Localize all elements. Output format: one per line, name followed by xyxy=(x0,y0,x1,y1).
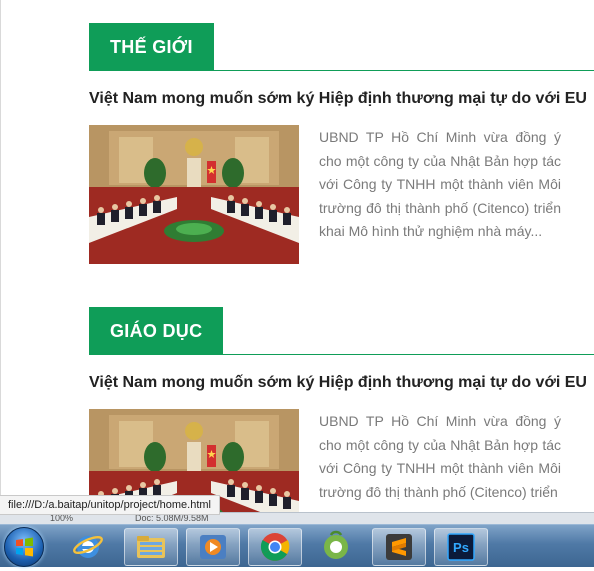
internet-explorer-icon[interactable] xyxy=(62,528,114,564)
section-tab-giao-duc[interactable]: GIÁO DỤC xyxy=(89,307,224,355)
media-player-icon[interactable] xyxy=(186,528,240,566)
section-header: GIÁO DỤC xyxy=(89,307,594,355)
chrome-icon[interactable] xyxy=(248,528,302,566)
section-header: THẾ GIỚI xyxy=(89,23,594,71)
photoshop-label: Ps xyxy=(453,540,469,555)
sublime-text-icon[interactable] xyxy=(372,528,426,566)
article-headline[interactable]: Việt Nam mong muốn sớm ký Hiệp định thươ… xyxy=(89,88,594,110)
windows-taskbar: Ps xyxy=(0,524,594,567)
windows-start-icon[interactable] xyxy=(4,527,44,567)
file-explorer-icon[interactable] xyxy=(124,528,178,566)
article-summary: UBND TP Hồ Chí Minh vừa đồng ý cho một c… xyxy=(319,129,561,240)
news-section-the-gioi: THẾ GIỚI Việt Nam mong muốn sớm ký Hiệp … xyxy=(89,23,594,264)
section-underline xyxy=(89,70,594,71)
photoshop-icon[interactable]: Ps xyxy=(434,528,488,566)
windows-logo-icon xyxy=(16,537,33,557)
page-left-border xyxy=(0,0,1,520)
coc-coc-browser-icon[interactable] xyxy=(310,528,362,564)
article-thumbnail-meeting-room[interactable] xyxy=(89,125,299,264)
section-underline xyxy=(89,354,594,355)
article-headline[interactable]: Việt Nam mong muốn sớm ký Hiệp định thươ… xyxy=(89,372,594,394)
section-tab-the-gioi[interactable]: THẾ GIỚI xyxy=(89,23,214,71)
article-row: UBND TP Hồ Chí Minh vừa đồng ý cho một c… xyxy=(89,125,594,264)
status-bar-url: file:///D:/a.baitap/unitop/project/home.… xyxy=(0,495,220,515)
